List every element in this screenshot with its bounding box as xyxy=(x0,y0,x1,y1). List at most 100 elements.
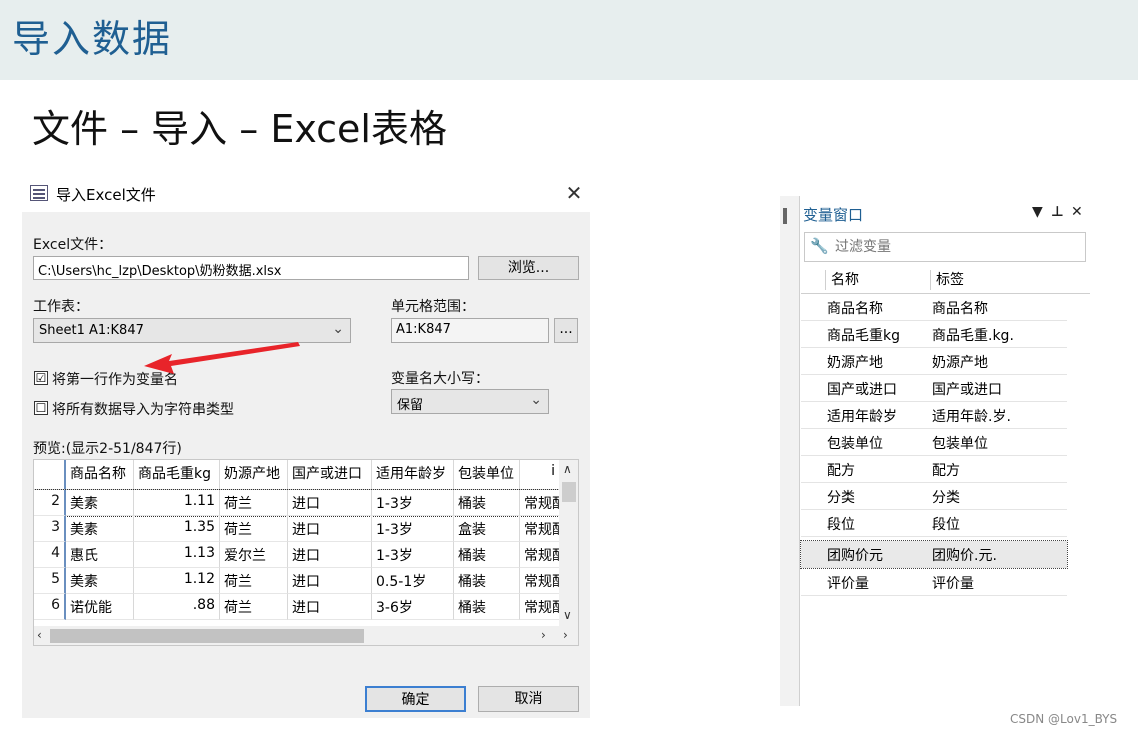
variable-window-title: 变量窗口 xyxy=(803,206,864,224)
table-cell: 爱尔兰 xyxy=(220,542,288,568)
chevron-right-icon[interactable]: › xyxy=(563,628,568,642)
preview-grid[interactable]: 商品名称 商品毛重kg 奶源产地 国产或进口 适用年龄岁 包装单位 i 2 美素… xyxy=(33,459,579,646)
range-picker-button[interactable]: ... xyxy=(554,318,578,343)
vertical-scrollbar[interactable]: ∧ ∨ xyxy=(559,460,578,626)
table-cell: 3-6岁 xyxy=(372,594,454,620)
table-cell: 常规配 xyxy=(520,568,560,594)
variable-label: 团购价.元. xyxy=(932,548,997,564)
table-cell: 荷兰 xyxy=(220,516,288,542)
import-excel-dialog: 导入Excel文件 ✕ Excel文件： C:\Users\hc_lzp\Des… xyxy=(22,176,590,718)
table-row[interactable]: 3 美素 1.35 荷兰 进口 1-3岁 盒装 常规配 xyxy=(34,516,560,542)
list-item[interactable]: 奶源产地 奶源产地 xyxy=(801,348,1067,375)
row-number: 4 xyxy=(34,542,66,568)
table-cell: 美素 xyxy=(66,516,134,542)
close-icon[interactable]: ✕ xyxy=(1071,204,1083,220)
list-item[interactable]: 商品毛重kg 商品毛重.kg. xyxy=(801,321,1067,348)
case-select-value: 保留 xyxy=(397,398,424,413)
case-label: 变量名大小写： xyxy=(391,371,489,387)
variable-label: 奶源产地 xyxy=(932,355,988,371)
chevron-left-icon[interactable]: ‹ xyxy=(37,628,42,642)
list-item[interactable]: 商品名称 商品名称 xyxy=(801,294,1067,321)
variable-name: 商品毛重kg xyxy=(827,328,900,344)
table-row[interactable]: 6 诺优能 .88 荷兰 进口 3-6岁 桶装 常规配 xyxy=(34,594,560,620)
table-row[interactable]: 5 美素 1.12 荷兰 进口 0.5-1岁 桶装 常规配 xyxy=(34,568,560,594)
list-item[interactable]: 评价量 评价量 xyxy=(801,569,1067,596)
column-header[interactable]: 适用年龄岁 xyxy=(372,460,454,490)
table-cell: 诺优能 xyxy=(66,594,134,620)
chevron-right-icon[interactable]: › xyxy=(541,628,546,642)
chevron-down-icon[interactable]: ∨ xyxy=(563,608,572,622)
variable-label: 商品名称 xyxy=(932,301,988,317)
table-row[interactable]: 2 美素 1.11 荷兰 进口 1-3岁 桶装 常规配 xyxy=(34,489,560,517)
table-cell: 0.5-1岁 xyxy=(372,568,454,594)
filter-box: 🔧 xyxy=(804,232,1086,262)
list-item[interactable]: 配方 配方 xyxy=(801,456,1067,483)
table-row[interactable]: 4 惠氏 1.13 爱尔兰 进口 1-3岁 桶装 常规配 xyxy=(34,542,560,568)
table-cell: 桶装 xyxy=(454,568,520,594)
variable-name: 段位 xyxy=(827,517,855,533)
horizontal-scrollbar[interactable]: ‹ › › xyxy=(34,626,578,645)
browse-button[interactable]: 浏览... xyxy=(478,256,579,280)
slide-subtitle: 文件 – 导入 – Excel表格 xyxy=(32,107,447,151)
table-cell: 常规配 xyxy=(520,516,560,542)
table-cell: 进口 xyxy=(288,568,372,594)
sheet-label: 工作表： xyxy=(33,299,89,315)
cancel-button[interactable]: 取消 xyxy=(478,686,579,712)
column-header[interactable]: 奶源产地 xyxy=(220,460,288,490)
variable-window-titlebar: 变量窗口 ▼ ⊥ ✕ xyxy=(801,199,1090,229)
pin-icon[interactable]: ⊥ xyxy=(1051,204,1064,220)
pane-edge xyxy=(780,196,800,706)
dropdown-icon[interactable]: ▼ xyxy=(1032,204,1043,220)
file-path-input[interactable]: C:\Users\hc_lzp\Desktop\奶粉数据.xlsx xyxy=(33,256,469,280)
table-icon xyxy=(30,185,48,201)
list-item[interactable]: 分类 分类 xyxy=(801,483,1067,510)
table-cell: 美素 xyxy=(66,568,134,594)
column-header[interactable]: 国产或进口 xyxy=(288,460,372,490)
column-header[interactable]: i xyxy=(520,460,560,490)
list-item[interactable]: 国产或进口 国产或进口 xyxy=(801,375,1067,402)
column-header[interactable]: 商品毛重kg xyxy=(134,460,220,490)
list-item[interactable]: 适用年龄岁 适用年龄.岁. xyxy=(801,402,1067,429)
import-string-checkbox-label: 将所有数据导入为字符串类型 xyxy=(52,402,234,418)
scroll-thumb[interactable] xyxy=(50,629,364,643)
table-cell: 桶装 xyxy=(454,594,520,620)
name-column-header[interactable]: 名称 xyxy=(831,269,859,289)
row-number: 3 xyxy=(34,516,66,542)
label-column-header[interactable]: 标签 xyxy=(936,269,964,289)
chevron-down-icon: ⌄ xyxy=(530,392,542,408)
filter-variables-input[interactable] xyxy=(835,237,1075,257)
table-cell: 常规配 xyxy=(520,594,560,620)
slide-title: 导入数据 xyxy=(12,17,173,61)
excel-file-label: Excel文件： xyxy=(33,237,113,253)
scroll-thumb[interactable] xyxy=(562,482,576,502)
chevron-up-icon[interactable]: ∧ xyxy=(563,462,572,476)
variable-name: 包装单位 xyxy=(827,436,883,452)
column-header[interactable]: 商品名称 xyxy=(66,460,134,490)
import-string-checkbox[interactable]: ☐ xyxy=(34,401,48,415)
table-cell: 进口 xyxy=(288,542,372,568)
variable-label: 段位 xyxy=(932,517,960,533)
annotation-arrow xyxy=(144,342,300,374)
table-cell: 1.11 xyxy=(134,490,220,516)
first-row-checkbox[interactable]: ☑ xyxy=(34,371,48,385)
list-item[interactable]: 段位 段位 xyxy=(801,510,1067,537)
cell-range-input[interactable]: A1:K847 xyxy=(391,318,549,343)
close-icon[interactable]: ✕ xyxy=(562,180,586,206)
row-number: 2 xyxy=(34,490,66,516)
watermark: CSDN @Lov1_BYS xyxy=(1010,712,1118,726)
ok-button[interactable]: 确定 xyxy=(365,686,466,712)
table-cell: 1.13 xyxy=(134,542,220,568)
case-select[interactable]: 保留 ⌄ xyxy=(391,389,549,414)
variable-window: 变量窗口 ▼ ⊥ ✕ 🔧 名称 标签 商品名称 商品名称 商品毛重kg 商品毛重.k… xyxy=(780,196,1090,706)
table-cell: 1-3岁 xyxy=(372,542,454,568)
cell-range-label: 单元格范围： xyxy=(391,299,475,315)
variable-label: 商品毛重.kg. xyxy=(932,328,1014,344)
dialog-title: 导入Excel文件 xyxy=(56,186,156,204)
list-item-selected[interactable]: 团购价元 团购价.元. xyxy=(800,540,1068,569)
table-cell: 1.12 xyxy=(134,568,220,594)
dialog-titlebar: 导入Excel文件 ✕ xyxy=(22,176,590,212)
column-header[interactable]: 包装单位 xyxy=(454,460,520,490)
table-cell: 常规配 xyxy=(520,490,560,516)
variable-name: 团购价元 xyxy=(827,548,883,564)
list-item[interactable]: 包装单位 包装单位 xyxy=(801,429,1067,456)
